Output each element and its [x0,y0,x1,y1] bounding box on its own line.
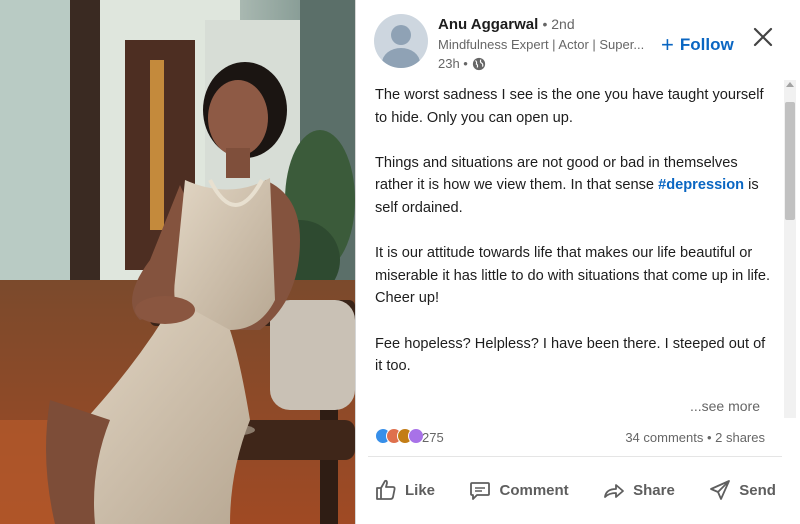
comments-shares-count[interactable]: 34 comments • 2 shares [625,430,765,445]
hashtag-link[interactable]: #depression [658,177,744,193]
post-paragraph: It is our attitude towards life that mak… [375,245,771,284]
author-name[interactable]: Anu Aggarwal [438,16,538,33]
like-button[interactable]: Like [370,470,439,510]
divider [368,456,782,457]
post-paragraph: Cheer up! [375,290,440,307]
woman-seated-photo [0,0,355,524]
post-image[interactable] [0,0,355,524]
follow-label: Follow [679,35,734,54]
like-label: Like [405,481,436,499]
post-detail-panel: Anu Aggarwal • 2nd Mindfulness Expert | … [355,0,800,524]
author-headline: Mindfulness Expert | Actor | Super... [438,37,645,52]
post-text: The worst sadness I see is the one you h… [375,84,775,394]
share-arrow-icon [604,484,625,498]
thumbs-up-icon [376,479,396,500]
send-label: Send [739,481,776,499]
close-icon[interactable] [750,24,776,50]
post-meta: 23h • [438,56,486,71]
comment-button[interactable]: Comment [464,470,572,510]
post-timestamp: 23h • [438,56,468,71]
author-line: Anu Aggarwal • 2nd [438,16,575,33]
post-header: Anu Aggarwal • 2nd Mindfulness Expert | … [356,0,800,80]
plus-icon: + [661,32,674,57]
comment-label: Comment [499,481,569,499]
see-more-link[interactable]: ...see more [690,398,760,414]
avatar[interactable] [374,14,428,68]
post-paragraph: Things and situations are not good or ba… [375,152,775,220]
post-paragraph: The worst sadness I see is the one you h… [375,87,764,126]
follow-button[interactable]: + Follow [661,34,734,56]
scroll-up-arrow[interactable] [786,82,794,87]
comment-icon [470,482,491,500]
send-icon [710,480,731,500]
post-paragraph: Fee hopeless? Helpless? I have been ther… [375,335,766,375]
globe-icon [472,57,485,70]
reaction-count[interactable]: 275 [422,430,444,445]
send-button[interactable]: Send [704,470,780,510]
scrollbar-thumb[interactable] [785,102,795,220]
social-counts: 275 34 comments • 2 shares [375,426,765,448]
reaction-icons[interactable] [375,428,424,444]
scrollbar[interactable] [784,80,796,418]
action-bar: Like Comment Share Send [370,470,780,510]
share-label: Share [633,481,675,499]
connection-degree: • 2nd [542,16,575,32]
share-button[interactable]: Share [598,470,679,510]
